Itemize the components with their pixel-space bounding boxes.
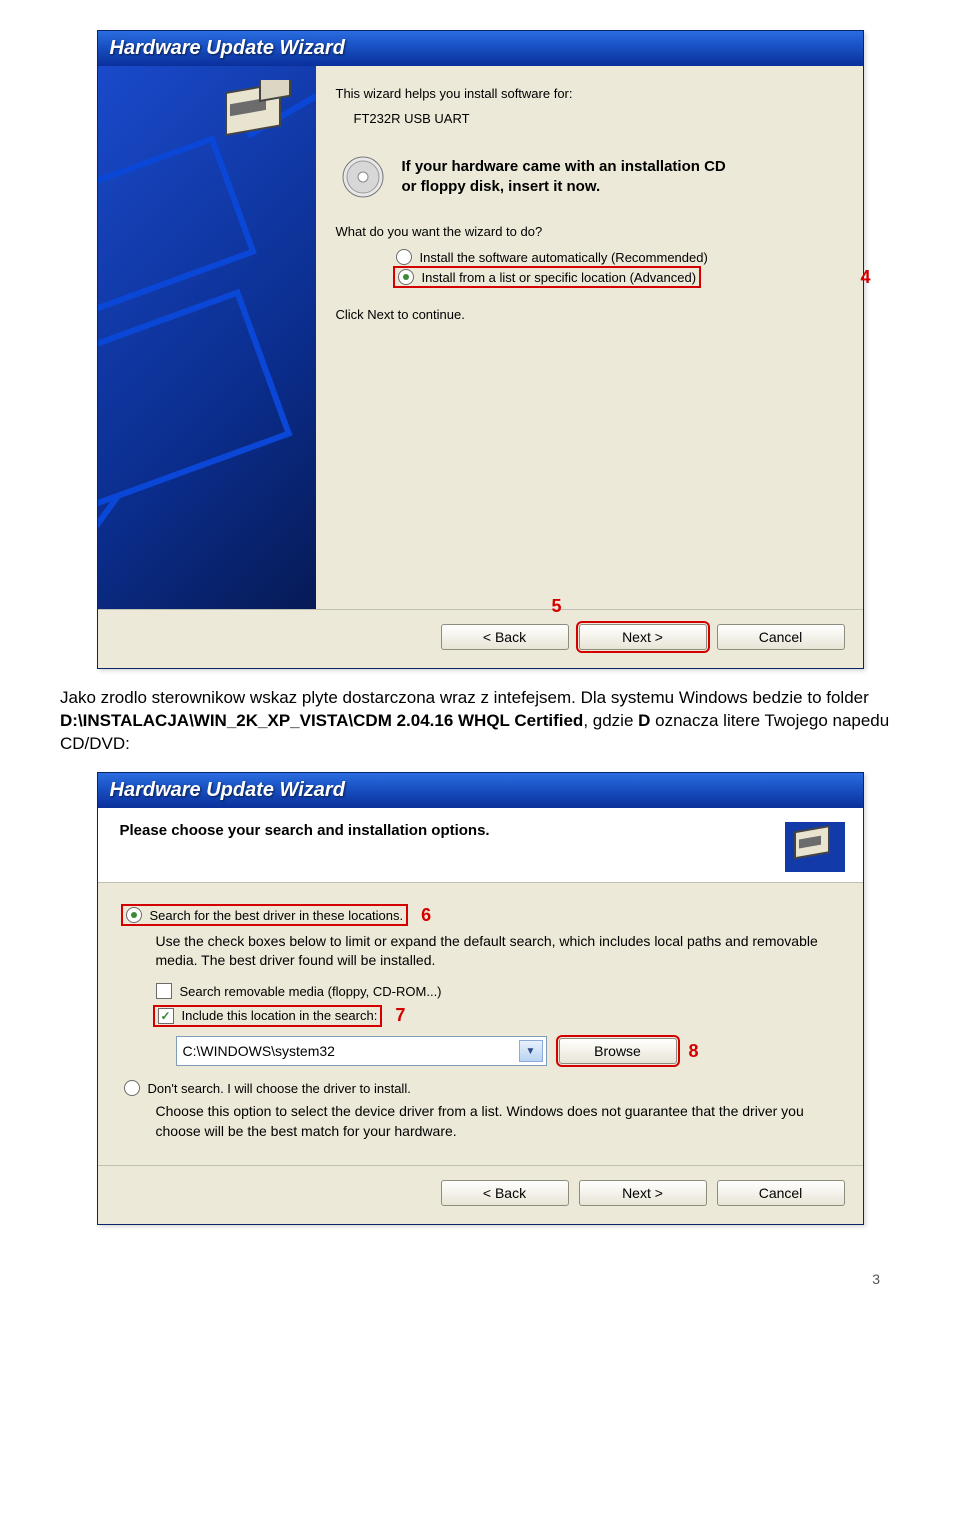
cancel-button[interactable]: Cancel	[717, 624, 845, 650]
wizard-sidebar-graphic	[98, 66, 316, 609]
combo-value: C:\WINDOWS\system32	[183, 1043, 335, 1059]
browse-button[interactable]: Browse	[559, 1038, 677, 1064]
callout-4: 4	[860, 267, 870, 288]
callout-8: 8	[689, 1041, 699, 1062]
option-install-auto[interactable]: Install the software automatically (Reco…	[396, 249, 843, 265]
callout-7: 7	[395, 1005, 405, 1026]
intro-text: This wizard helps you install software f…	[336, 86, 843, 101]
checkbox-icon	[156, 983, 172, 999]
wizard-body: This wizard helps you install software f…	[316, 66, 863, 609]
callout-5: 5	[552, 596, 562, 617]
question-text: What do you want the wizard to do?	[336, 224, 843, 239]
cd-instruction-line1: If your hardware came with an installati…	[402, 157, 726, 177]
option-install-advanced[interactable]: Install from a list or specific location…	[396, 269, 843, 285]
click-next-text: Click Next to continue.	[336, 307, 843, 322]
chevron-down-icon[interactable]: ▼	[519, 1040, 543, 1062]
dont-search-description: Choose this option to select the device …	[156, 1102, 837, 1141]
titlebar[interactable]: Hardware Update Wizard	[98, 31, 863, 66]
driver-box-icon	[785, 822, 845, 872]
checkbox-include-location[interactable]: Include this location in the search: 7	[156, 1005, 837, 1026]
driver-box-icon	[220, 80, 294, 154]
back-button[interactable]: < Back	[441, 1180, 569, 1206]
radio-icon	[396, 249, 412, 265]
radio-icon	[126, 907, 142, 923]
dialog-hardware-wizard-step1: Hardware Update Wizard T	[97, 30, 864, 669]
cancel-button[interactable]: Cancel	[717, 1180, 845, 1206]
radio-icon	[124, 1080, 140, 1096]
option-label: Don't search. I will choose the driver t…	[148, 1081, 411, 1096]
location-combo[interactable]: C:\WINDOWS\system32 ▼	[176, 1036, 547, 1066]
option-dont-search[interactable]: Don't search. I will choose the driver t…	[124, 1080, 837, 1096]
checkbox-label: Include this location in the search:	[182, 1008, 378, 1023]
option-label: Search for the best driver in these loca…	[150, 908, 404, 923]
cd-instruction-line2: or floppy disk, insert it now.	[402, 177, 726, 197]
next-button[interactable]: Next >	[579, 624, 707, 650]
checkbox-label: Search removable media (floppy, CD-ROM..…	[180, 984, 442, 999]
search-description: Use the check boxes below to limit or ex…	[156, 932, 837, 971]
checkbox-icon	[158, 1008, 174, 1024]
checkbox-search-removable[interactable]: Search removable media (floppy, CD-ROM..…	[156, 983, 837, 999]
titlebar[interactable]: Hardware Update Wizard	[98, 773, 863, 808]
option-label: Install the software automatically (Reco…	[420, 250, 708, 265]
device-name: FT232R USB UART	[354, 111, 843, 126]
back-button[interactable]: < Back	[441, 624, 569, 650]
dialog-hardware-wizard-step2: Hardware Update Wizard Please choose you…	[97, 772, 864, 1225]
radio-icon	[398, 269, 414, 285]
option-label: Install from a list or specific location…	[422, 270, 697, 285]
dialog-heading: Please choose your search and installati…	[120, 822, 490, 839]
cd-icon	[340, 154, 386, 200]
next-button[interactable]: Next >	[579, 1180, 707, 1206]
callout-6: 6	[421, 905, 431, 926]
option-search-best[interactable]: Search for the best driver in these loca…	[124, 905, 837, 926]
page-number: 3	[60, 1243, 900, 1287]
instruction-paragraph: Jako zrodlo sterownikow wskaz plyte dost…	[60, 687, 900, 756]
